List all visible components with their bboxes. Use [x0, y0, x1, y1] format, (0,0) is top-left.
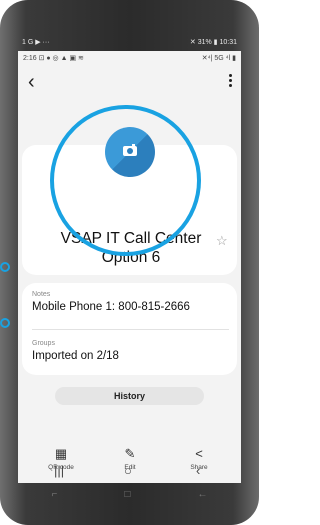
ghost-status-left: 1 G ▶ ···: [22, 39, 50, 46]
favorite-star-icon[interactable]: ☆: [216, 233, 228, 249]
side-marker-groups: [0, 318, 10, 328]
divider: [32, 329, 229, 330]
share-icon: <: [195, 446, 203, 461]
status-left: 2:16 ⊡ ● ◎ ▲ ▣ ≋: [23, 54, 84, 62]
home-button[interactable]: ○: [124, 463, 132, 478]
history-button[interactable]: History: [55, 387, 204, 405]
top-bar: ‹: [18, 69, 241, 97]
bezel-square-icon: □: [124, 488, 131, 500]
status-time: 2:16: [23, 55, 37, 62]
phone-bezel-controls: ⌐ □ ←: [18, 484, 241, 504]
bezel-left-icon: ⌐: [51, 488, 58, 500]
status-bar: 2:16 ⊡ ● ◎ ▲ ▣ ≋ ✕⁴| 5G ⁴l ▮: [18, 51, 241, 65]
groups-value[interactable]: Imported on 2/18: [32, 350, 119, 362]
more-options-button[interactable]: [229, 72, 233, 89]
ghost-status-bar: 1 G ▶ ··· ✕ 31% ▮ 10:31: [0, 38, 259, 50]
bezel-back-icon: ←: [197, 488, 208, 500]
groups-label: Groups: [32, 340, 55, 347]
ghost-status-right: ✕ 31% ▮ 10:31: [189, 39, 237, 46]
notes-label: Notes: [32, 291, 51, 298]
pencil-icon: ✎: [124, 446, 136, 461]
contact-screen: 2:16 ⊡ ● ◎ ▲ ▣ ≋ ✕⁴| 5G ⁴l ▮ ‹ VSAP IT C…: [18, 51, 241, 483]
contact-avatar: [105, 127, 155, 177]
side-marker-notes: [0, 262, 10, 272]
notes-value[interactable]: Mobile Phone 1: 800-815-2666: [32, 301, 190, 313]
camera-icon: [123, 144, 137, 156]
contact-name: VSAP IT Call Center Option 6: [60, 230, 202, 266]
status-icons: ⊡ ● ◎ ▲ ▣ ≋: [38, 55, 84, 62]
back-button[interactable]: ‹: [28, 71, 35, 93]
status-right: ✕⁴| 5G ⁴l ▮: [201, 55, 236, 62]
qr-icon: ▦: [54, 446, 68, 461]
recent-apps-button[interactable]: |||: [54, 463, 64, 478]
contact-details-card: Notes Mobile Phone 1: 800-815-2666 Group…: [22, 283, 237, 375]
system-back-button[interactable]: ‹: [196, 463, 200, 478]
system-nav-bar: ||| ○ ‹: [18, 461, 241, 483]
